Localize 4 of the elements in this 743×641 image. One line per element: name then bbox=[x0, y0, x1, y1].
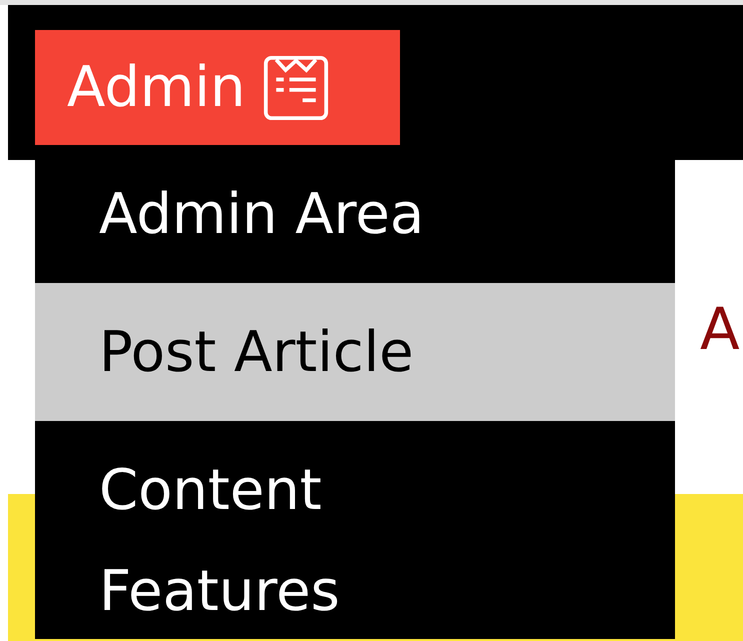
newsletter-icon bbox=[263, 54, 330, 120]
heading-text: A bbox=[700, 295, 740, 363]
menu-item[interactable]: Post Article bbox=[35, 283, 675, 421]
admin-menu-button[interactable]: Admin bbox=[35, 30, 400, 145]
